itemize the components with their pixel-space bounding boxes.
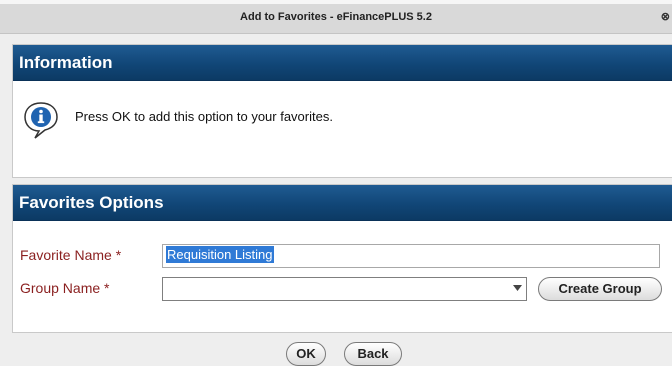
- group-name-select[interactable]: [162, 277, 527, 301]
- dialog-footer: OK Back: [0, 342, 672, 366]
- group-name-row: Group Name * Create Group: [13, 276, 672, 302]
- info-icon: [24, 102, 58, 139]
- group-name-label: Group Name *: [20, 280, 110, 296]
- favorite-name-row: Favorite Name * Requisition Listing: [13, 243, 672, 269]
- back-button[interactable]: Back: [344, 342, 402, 366]
- information-panel: Information Press OK to add this option …: [12, 44, 672, 178]
- window-titlebar: Add to Favorites - eFinancePLUS 5.2 ⊗: [0, 0, 672, 34]
- chevron-down-icon: [513, 285, 522, 291]
- ok-button[interactable]: OK: [286, 342, 326, 366]
- favorite-name-input[interactable]: Requisition Listing: [162, 244, 660, 268]
- favorite-name-value: Requisition Listing: [166, 246, 274, 263]
- close-icon[interactable]: ⊗: [661, 10, 670, 23]
- favorite-name-label: Favorite Name *: [20, 247, 122, 263]
- window-title: Add to Favorites - eFinancePLUS 5.2: [240, 11, 432, 23]
- favorites-options-header: Favorites Options: [13, 185, 672, 221]
- information-body: Press OK to add this option to your favo…: [13, 81, 672, 177]
- create-group-button[interactable]: Create Group: [538, 277, 662, 301]
- information-header: Information: [13, 45, 672, 81]
- info-message: Press OK to add this option to your favo…: [75, 109, 333, 124]
- favorites-options-panel: Favorites Options Favorite Name * Requis…: [12, 184, 672, 333]
